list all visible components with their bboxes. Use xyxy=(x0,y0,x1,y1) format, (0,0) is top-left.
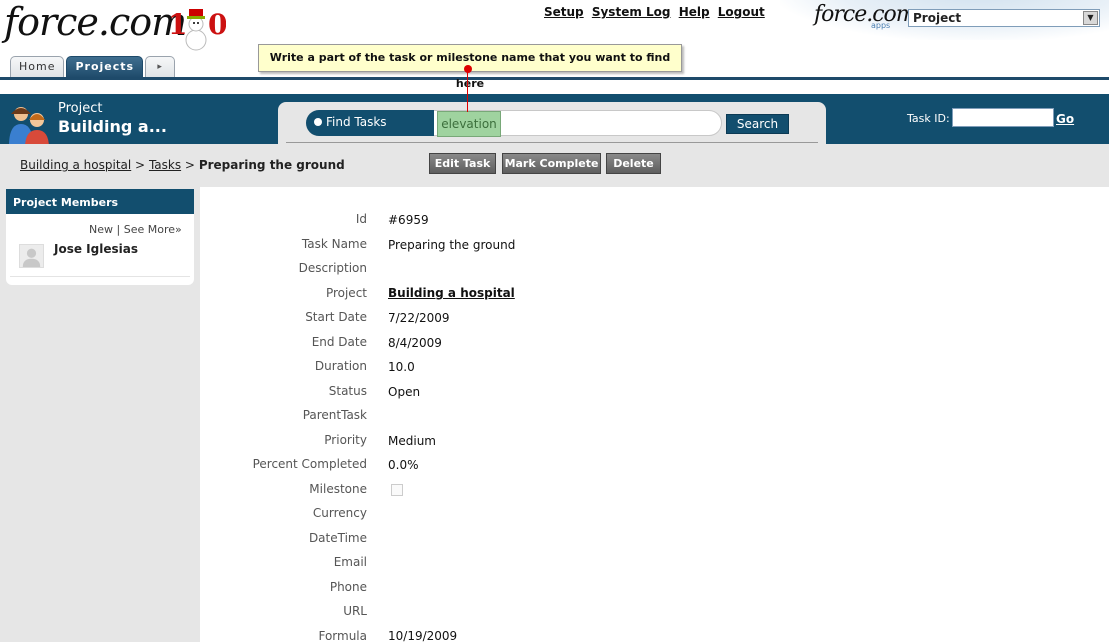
search-panel-rule xyxy=(286,142,818,143)
tab-home[interactable]: Home xyxy=(10,56,65,78)
field-value-start-date: 7/22/2009 xyxy=(388,311,450,325)
delete-button[interactable]: Delete xyxy=(606,153,661,174)
tooltip-pin-icon xyxy=(464,65,472,73)
field-label-description: Description xyxy=(298,261,367,275)
field-value-id: #6959 xyxy=(388,213,429,227)
logout-link[interactable]: Logout xyxy=(718,5,765,19)
search-input-value[interactable]: elevation xyxy=(437,111,501,137)
avatar xyxy=(19,244,44,268)
setup-link[interactable]: Setup xyxy=(544,5,584,19)
field-value-task-name: Preparing the ground xyxy=(388,238,516,252)
breadcrumb: Building a hospital > Tasks > Preparing … xyxy=(20,158,345,172)
apps-logo: force.com xyxy=(814,2,917,27)
breadcrumb-current: Preparing the ground xyxy=(198,158,345,172)
member-divider xyxy=(10,276,190,277)
field-value-end-date: 8/4/2009 xyxy=(388,336,442,350)
force-logo: force.com xyxy=(4,0,187,44)
milestone-checkbox xyxy=(391,484,403,496)
breadcrumb-project-link[interactable]: Building a hospital xyxy=(20,158,131,172)
field-label-milestone: Milestone xyxy=(309,482,367,496)
member-name[interactable]: Jose Iglesias xyxy=(54,242,138,256)
breadcrumb-separator: > xyxy=(135,158,146,172)
field-value-status: Open xyxy=(388,385,421,399)
field-label-id: Id xyxy=(355,212,367,226)
field-label-duration: Duration xyxy=(314,359,367,373)
field-label-percent-completed: Percent Completed xyxy=(252,457,367,471)
tab-projects[interactable]: Projects xyxy=(66,56,144,78)
help-link[interactable]: Help xyxy=(679,5,710,19)
field-value-project-link[interactable]: Building a hospital xyxy=(388,286,515,300)
project-label: Project xyxy=(58,101,103,116)
field-label-datetime: DateTime xyxy=(308,531,367,545)
field-label-status: Status xyxy=(328,384,367,398)
system-log-link[interactable]: System Log xyxy=(592,5,671,19)
breadcrumb-tasks-link[interactable]: Tasks xyxy=(149,158,181,172)
tab-bar: Home Projects ▸ xyxy=(10,56,177,78)
edit-task-button[interactable]: Edit Task xyxy=(429,153,496,174)
field-label-priority: Priority xyxy=(324,433,367,447)
find-tasks-label[interactable]: Find Tasks xyxy=(314,115,387,129)
field-label-start-date: Start Date xyxy=(305,310,367,324)
project-people-icon xyxy=(9,107,49,148)
field-value-duration: 10.0 xyxy=(388,360,415,374)
snowman-ten-logo: 1 0 xyxy=(168,8,226,51)
link-separator: | xyxy=(116,223,121,236)
mark-complete-button[interactable]: Mark Complete xyxy=(502,153,601,174)
apps-logo-sub: apps xyxy=(871,21,891,30)
svg-text:0: 0 xyxy=(208,8,226,41)
logo-text: force.com xyxy=(4,0,187,44)
top-links: Setup System Log Help Logout xyxy=(544,5,769,19)
field-label-email: Email xyxy=(333,555,367,569)
field-label-task-name: Task Name xyxy=(301,237,367,251)
chevron-down-icon[interactable]: ▼ xyxy=(1083,11,1098,25)
project-name: Building a... xyxy=(58,117,167,136)
radio-dot-icon xyxy=(314,118,322,126)
project-members-title: Project Members xyxy=(6,189,194,214)
field-label-formula: Formula xyxy=(318,629,367,642)
new-member-link[interactable]: New xyxy=(89,223,113,236)
go-link[interactable]: Go xyxy=(1056,112,1074,126)
app-selector-value: Project xyxy=(913,11,962,25)
field-value-formula: 10/19/2009 xyxy=(388,629,458,642)
app-selector[interactable]: Project ▼ xyxy=(908,9,1100,27)
field-label-phone: Phone xyxy=(329,580,367,594)
search-button[interactable]: Search xyxy=(726,114,789,134)
breadcrumb-separator: > xyxy=(184,158,195,172)
field-value-percent-completed: 0.0% xyxy=(388,458,419,472)
header-rule xyxy=(0,77,1109,80)
task-id-input[interactable] xyxy=(952,108,1054,127)
see-more-link[interactable]: See More» xyxy=(124,223,182,236)
field-label-parent-task: ParentTask xyxy=(302,408,367,422)
field-label-end-date: End Date xyxy=(311,335,367,349)
task-id-label: Task ID: xyxy=(907,112,950,125)
field-label-project: Project xyxy=(325,286,367,300)
svg-text:1: 1 xyxy=(168,8,187,41)
field-value-priority: Medium xyxy=(388,434,436,448)
find-tasks-text: Find Tasks xyxy=(326,115,387,129)
tooltip-pointer-line xyxy=(467,72,468,112)
field-label-url: URL xyxy=(343,604,367,618)
tab-more-arrow[interactable]: ▸ xyxy=(145,56,176,78)
project-members-links: New | See More» xyxy=(89,223,182,236)
field-label-currency: Currency xyxy=(312,506,367,520)
